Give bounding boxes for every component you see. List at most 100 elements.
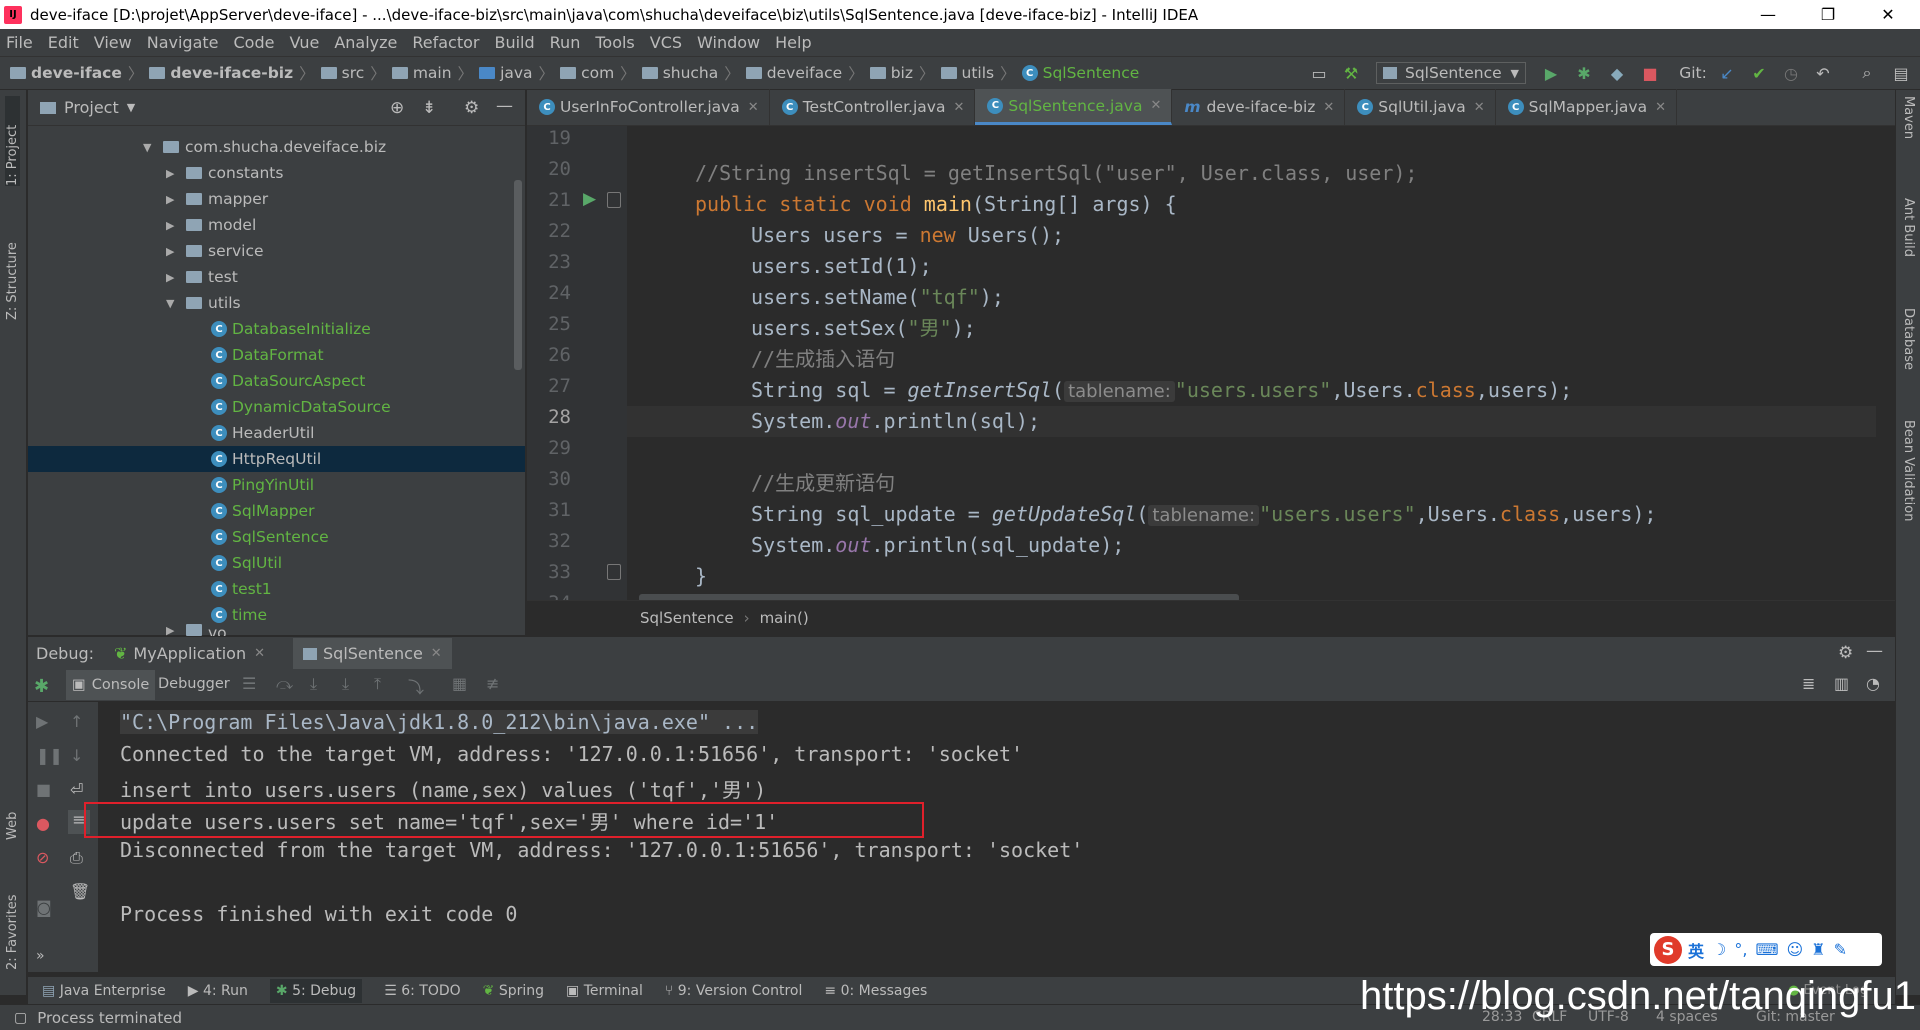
pause-icon[interactable]: ❚❚: [36, 746, 63, 765]
tree-folder-vo[interactable]: ▶ vo: [166, 624, 227, 636]
debug-tab-sqlsentence[interactable]: SqlSentence ✕: [293, 638, 452, 669]
breadcrumb-deve-iface-biz[interactable]: deve-iface-biz 〉: [149, 62, 315, 84]
run-config-select[interactable]: SqlSentence ▼: [1376, 62, 1526, 84]
locate-icon[interactable]: ⊕: [390, 98, 404, 118]
close-tab-icon[interactable]: ✕: [254, 646, 265, 661]
menu-tools[interactable]: Tools: [595, 33, 634, 52]
project-panel-title[interactable]: Project: [64, 98, 119, 117]
build-hammer-icon[interactable]: ⚒: [1340, 62, 1362, 84]
tree-file-test1[interactable]: Ctest1: [211, 576, 272, 602]
mute-breakpoints-icon[interactable]: ⊘: [36, 848, 49, 867]
menu-help[interactable]: Help: [775, 33, 811, 52]
menu-window[interactable]: Window: [697, 33, 760, 52]
step-over-icon[interactable]: ⤼: [276, 674, 293, 694]
layout-icon[interactable]: ▥: [1834, 674, 1849, 693]
tab-spring[interactable]: ❦ Spring: [483, 983, 544, 999]
menu-build[interactable]: Build: [494, 33, 534, 52]
gear-icon[interactable]: ⚙: [1838, 643, 1853, 663]
fold-icon[interactable]: [607, 564, 621, 580]
run-gutter-icon[interactable]: ▶: [583, 189, 596, 209]
wrench-icon[interactable]: ✎: [1834, 940, 1847, 959]
view-breakpoints-icon[interactable]: ●: [36, 814, 50, 833]
project-scrollbar[interactable]: [514, 180, 522, 370]
tree-file-sqlutil[interactable]: C SqlUtil: [211, 550, 282, 576]
tab-version-control[interactable]: ⑂ 9: Version Control: [665, 983, 802, 999]
tab-todo[interactable]: ☰ 6: TODO: [384, 983, 460, 999]
close-tab-icon[interactable]: ✕: [1323, 100, 1334, 115]
git-history-icon[interactable]: ◷: [1780, 62, 1802, 84]
shirt-icon[interactable]: ♜: [1811, 940, 1825, 959]
breadcrumb-main[interactable]: main 〉: [391, 62, 473, 84]
frames-icon[interactable]: ☰: [242, 674, 256, 693]
punctuation-icon[interactable]: °,: [1734, 940, 1747, 959]
user-icon[interactable]: ☺: [1787, 940, 1804, 959]
tree-file-dataformat[interactable]: C DataFormat: [211, 342, 324, 368]
rerun-debug-icon[interactable]: ✱: [34, 676, 49, 697]
tab-deve-iface-biz[interactable]: m deve-iface-biz ✕: [1172, 89, 1346, 125]
keyboard-icon[interactable]: ⌨: [1755, 940, 1778, 959]
step-out-icon[interactable]: ⤒: [374, 674, 381, 694]
run-icon[interactable]: ▶: [1540, 62, 1562, 84]
hide-panel-icon[interactable]: —: [496, 96, 513, 116]
stop-icon[interactable]: ■: [1639, 62, 1661, 84]
database-tool-tab[interactable]: Database: [1901, 308, 1916, 398]
camera-icon[interactable]: ◙: [36, 898, 52, 917]
menu-refactor[interactable]: Refactor: [412, 33, 479, 52]
clear-all-icon[interactable]: 🗑: [70, 882, 90, 901]
soft-wrap-icon[interactable]: ⏎: [70, 780, 83, 799]
ime-mode[interactable]: 英: [1688, 938, 1704, 962]
structure-tool-tab[interactable]: Z: Structure: [5, 220, 20, 320]
tree-file-headerutil[interactable]: C HeaderUtil: [211, 420, 314, 446]
tree-file-sqlmapper[interactable]: C SqlMapper: [211, 498, 314, 524]
editor-breadcrumb-class[interactable]: SqlSentence: [640, 609, 734, 627]
tab-sqlsentence[interactable]: C SqlSentence.java ✕: [975, 89, 1173, 125]
collapse-all-icon[interactable]: ⇟: [422, 98, 436, 118]
fold-icon[interactable]: [607, 192, 621, 208]
restore-button[interactable]: ❐: [1800, 0, 1856, 29]
close-tab-icon[interactable]: ✕: [1150, 98, 1161, 113]
moon-icon[interactable]: ☽: [1712, 940, 1726, 959]
web-tool-tab[interactable]: Web: [5, 780, 20, 840]
more-icon[interactable]: »: [36, 948, 45, 964]
ant-build-tool-tab[interactable]: Ant Build: [1901, 198, 1916, 288]
tab-debug[interactable]: ✱ 5: Debug: [269, 978, 363, 1003]
code-editor[interactable]: //String insertSql = getInsertSql("user"…: [627, 126, 1895, 600]
debug-tab-myapplication[interactable]: ❦ MyApplication ✕: [114, 644, 265, 663]
restore-layout-icon[interactable]: ≣: [1802, 674, 1815, 693]
git-rollback-icon[interactable]: ↶: [1812, 62, 1834, 84]
print-icon[interactable]: ⎙: [70, 848, 83, 868]
search-icon[interactable]: ⌕: [1856, 62, 1878, 84]
coverage-icon[interactable]: ◆: [1606, 62, 1628, 84]
trace-icon[interactable]: ≢: [486, 674, 499, 693]
stop-icon[interactable]: ■: [36, 780, 51, 799]
tree-file-pingyinutil[interactable]: C PingYinUtil: [211, 472, 314, 498]
debug-icon[interactable]: ✱: [1573, 62, 1595, 84]
tree-folder-constants[interactable]: ▶ constants: [166, 160, 283, 186]
editor-breadcrumb-method[interactable]: main(): [760, 609, 809, 627]
breadcrumb-biz[interactable]: biz 〉: [869, 62, 935, 84]
close-button[interactable]: ✕: [1860, 0, 1916, 29]
subtab-console[interactable]: ▣ Console: [66, 670, 156, 700]
maven-tool-tab[interactable]: Maven: [1901, 96, 1916, 166]
project-tool-tab[interactable]: 1: Project: [5, 96, 20, 186]
speedometer-icon[interactable]: ◔: [1866, 674, 1880, 693]
tree-file-sqlsentence[interactable]: C SqlSentence: [211, 524, 329, 550]
breadcrumb-sqlsentence[interactable]: C SqlSentence: [1021, 64, 1139, 82]
tree-file-datasourcaspect[interactable]: C DataSourcAspect: [211, 368, 365, 394]
tree-root-package[interactable]: ▼ com.shucha.deveiface.biz: [143, 134, 386, 160]
run-to-cursor-icon[interactable]: ⤵: [408, 674, 424, 698]
breadcrumb-utils[interactable]: utils 〉: [940, 62, 1016, 84]
gear-icon[interactable]: ⚙: [464, 98, 479, 118]
tree-folder-model[interactable]: ▶ model: [166, 212, 256, 238]
tab-messages[interactable]: ≡ 0: Messages: [824, 983, 927, 999]
menu-vcs[interactable]: VCS: [650, 33, 682, 52]
menu-edit[interactable]: Edit: [48, 33, 79, 52]
force-step-into-icon[interactable]: ⤓: [342, 674, 349, 694]
breadcrumb-shucha[interactable]: shucha 〉: [641, 62, 740, 84]
tree-folder-mapper[interactable]: ▶ mapper: [166, 186, 268, 212]
close-tab-icon[interactable]: ✕: [748, 100, 759, 115]
minimize-button[interactable]: —: [1740, 0, 1796, 29]
tab-testcontroller[interactable]: C TestController.java ✕: [770, 89, 976, 125]
panel-toggle-icon[interactable]: ▢: [14, 1010, 27, 1026]
down-icon[interactable]: ↓: [70, 746, 83, 765]
